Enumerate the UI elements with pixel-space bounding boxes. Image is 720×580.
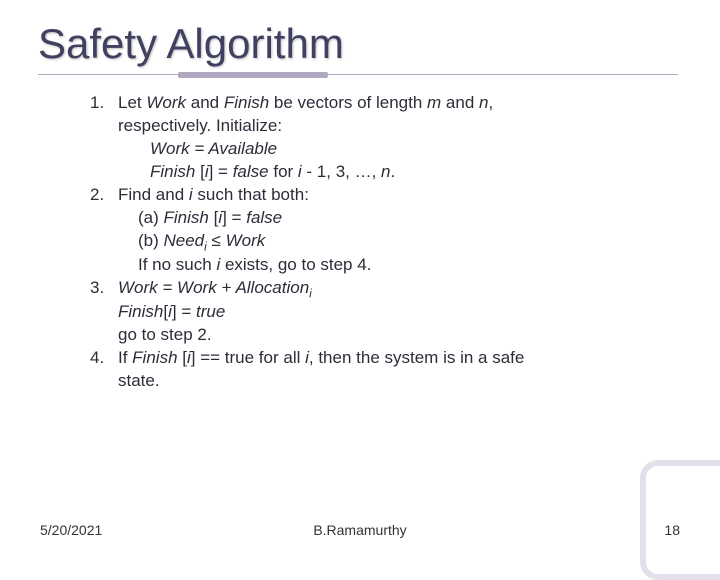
slide: Safety Algorithm 1. Let Work and Finish … <box>0 0 720 540</box>
content-body: 1. Let Work and Finish be vectors of len… <box>0 78 720 393</box>
slide-title: Safety Algorithm <box>38 20 682 68</box>
item-number: 3. <box>90 277 118 347</box>
item-1-sub2: Finish [i] = false for i - 1, 3, …, n. <box>90 161 680 184</box>
item-text: Find and i such that both: <box>118 184 680 207</box>
item-number: 4. <box>90 347 118 393</box>
item-2-subc: If no such i exists, go to step 4. <box>90 254 680 277</box>
item-text: Work = Work + Allocationi Finish[i] = tr… <box>118 277 680 347</box>
item-4: 4. If Finish [i] == true for all i, then… <box>90 347 680 393</box>
item-1: 1. Let Work and Finish be vectors of len… <box>90 92 680 138</box>
item-number: 2. <box>90 184 118 207</box>
item-2-subb: (b) Needi ≤ Work <box>90 230 680 254</box>
item-text: Let Work and Finish be vectors of length… <box>118 92 680 138</box>
footer-author: B.Ramamurthy <box>0 522 720 538</box>
title-underline <box>38 72 678 78</box>
item-2-suba: (a) Finish [i] = false <box>90 207 680 230</box>
title-area: Safety Algorithm <box>0 0 720 78</box>
item-1-sub1: Work = Available <box>90 138 680 161</box>
corner-decoration <box>640 460 720 580</box>
item-number: 1. <box>90 92 118 138</box>
item-2: 2. Find and i such that both: <box>90 184 680 207</box>
item-text: If Finish [i] == true for all i, then th… <box>118 347 680 393</box>
item-3: 3. Work = Work + Allocationi Finish[i] =… <box>90 277 680 347</box>
